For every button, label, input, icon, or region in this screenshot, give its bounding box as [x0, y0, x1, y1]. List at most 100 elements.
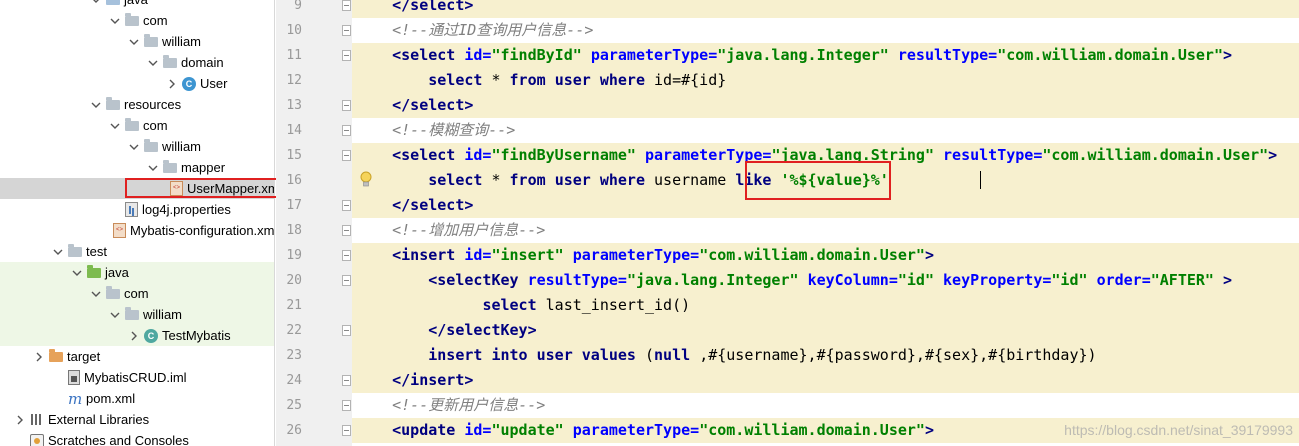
fold-marker-icon[interactable] — [342, 325, 351, 336]
chevron-right-icon[interactable] — [128, 331, 140, 341]
tree-item[interactable]: domain — [0, 52, 274, 73]
code-token-kw: user — [554, 71, 600, 89]
code-line[interactable]: <!--增加用户信息--> — [352, 218, 1299, 243]
tree-item[interactable]: <> UserMapper.xml — [0, 178, 274, 199]
chevron-down-icon[interactable] — [128, 37, 140, 47]
fold-marker-icon[interactable] — [342, 275, 351, 286]
chevron-down-icon[interactable] — [52, 247, 64, 257]
chevron-down-icon[interactable] — [109, 121, 121, 131]
xml-file-icon: <> — [170, 181, 183, 196]
code-line[interactable]: <!--更新用户信息--> — [352, 393, 1299, 418]
chevron-down-icon[interactable] — [147, 163, 159, 173]
chevron-right-icon[interactable] — [14, 415, 26, 425]
tree-item[interactable]: C TestMybatis — [0, 325, 274, 346]
tree-item[interactable]: test — [0, 241, 274, 262]
code-line[interactable]: <insert id="insert" parameterType="com.w… — [352, 243, 1299, 268]
chevron-down-icon[interactable] — [109, 16, 121, 26]
tree-item[interactable]: java — [0, 0, 274, 10]
folder-grey-icon — [163, 159, 177, 173]
line-number: 14 — [286, 123, 302, 138]
code-line[interactable]: </selectKey> — [352, 318, 1299, 343]
code-line[interactable]: select * from user where id=#{id} — [352, 68, 1299, 93]
tree-item[interactable]: william — [0, 304, 274, 325]
code-token-val: "com.william.domain.User" — [699, 421, 925, 439]
gutter-line: 19 — [276, 243, 352, 268]
code-token-val: "id" — [897, 271, 944, 289]
code-line[interactable]: <selectKey resultType="java.lang.Integer… — [352, 268, 1299, 293]
fold-marker-icon[interactable] — [342, 150, 351, 161]
tree-item[interactable]: Scratches and Consoles — [0, 430, 274, 446]
gutter-line: 22 — [276, 318, 352, 343]
code-token-attr: keyColumn= — [807, 271, 898, 289]
tree-item[interactable]: log4j.properties — [0, 199, 274, 220]
fold-marker-icon[interactable] — [342, 125, 351, 136]
code-token-kw: values — [581, 346, 645, 364]
code-line[interactable]: </select> — [352, 93, 1299, 118]
folder-green-icon — [87, 264, 101, 278]
chevron-down-icon[interactable] — [90, 0, 102, 5]
chevron-down-icon[interactable] — [90, 289, 102, 299]
code-token-guide — [356, 196, 392, 214]
code-line[interactable]: select * from user where username like '… — [352, 168, 1299, 193]
code-token-val: "com.william.domain.User" — [1042, 146, 1269, 164]
folder-grey-icon — [125, 306, 139, 320]
chevron-right-icon[interactable] — [166, 79, 178, 89]
tree-item[interactable]: william — [0, 31, 274, 52]
code-line[interactable]: </select> — [352, 193, 1299, 218]
fold-marker-icon[interactable] — [342, 250, 351, 261]
fold-marker-icon[interactable] — [342, 25, 351, 36]
gutter-line: 10 — [276, 18, 352, 43]
fold-marker-icon[interactable] — [342, 50, 351, 61]
code-token-tag: <selectKey — [428, 271, 528, 289]
tree-item[interactable]: External Libraries — [0, 409, 274, 430]
code-token-val: "com.william.domain.User" — [699, 246, 925, 264]
code-line[interactable]: <select id="findByUsername" parameterTyp… — [352, 143, 1299, 168]
tree-item[interactable]: java — [0, 262, 274, 283]
fold-marker-icon[interactable] — [342, 400, 351, 411]
chevron-down-icon[interactable] — [109, 310, 121, 320]
chevron-down-icon[interactable] — [147, 58, 159, 68]
code-token-guide — [356, 46, 392, 64]
fold-marker-icon[interactable] — [342, 375, 351, 386]
gutter-line: 25 — [276, 393, 352, 418]
code-line[interactable]: </select> — [352, 0, 1299, 18]
code-token-kw: user — [554, 171, 600, 189]
code-line[interactable]: select last_insert_id() — [352, 293, 1299, 318]
tree-item[interactable]: m pom.xml — [0, 388, 274, 409]
chevron-down-icon[interactable] — [71, 268, 83, 278]
tree-item[interactable]: <> Mybatis-configuration.xml — [0, 220, 274, 241]
line-number: 15 — [286, 148, 302, 163]
tree-item-label: com — [143, 13, 168, 28]
code-editor[interactable]: </select> <!--通过ID查询用户信息--> <select id="… — [352, 0, 1299, 446]
intention-bulb-icon[interactable] — [359, 171, 373, 189]
chevron-down-icon[interactable] — [128, 142, 140, 152]
tree-item[interactable]: com — [0, 283, 274, 304]
code-token-guide — [356, 146, 392, 164]
code-token-attr: parameterType= — [572, 246, 700, 264]
tree-item[interactable]: william — [0, 136, 274, 157]
fold-marker-icon[interactable] — [342, 0, 351, 11]
code-token-tag: > — [1223, 46, 1233, 64]
code-token-attr: keyProperty= — [943, 271, 1052, 289]
fold-marker-icon[interactable] — [342, 425, 351, 436]
tree-item[interactable]: target — [0, 346, 274, 367]
code-line[interactable]: insert into user values (null ,#{usernam… — [352, 343, 1299, 368]
tree-item[interactable]: resources — [0, 94, 274, 115]
tree-item[interactable]: MybatisCRUD.iml — [0, 367, 274, 388]
tree-item[interactable]: C User — [0, 73, 274, 94]
tree-item[interactable]: com — [0, 115, 274, 136]
code-line[interactable]: <!--通过ID查询用户信息--> — [352, 18, 1299, 43]
code-token-attr: parameterType= — [572, 421, 700, 439]
fold-marker-icon[interactable] — [342, 200, 351, 211]
code-line[interactable]: </insert> — [352, 368, 1299, 393]
line-number: 18 — [286, 223, 302, 238]
code-line[interactable]: <select id="findById" parameterType="jav… — [352, 43, 1299, 68]
chevron-right-icon[interactable] — [33, 352, 45, 362]
fold-marker-icon[interactable] — [342, 225, 351, 236]
tree-item[interactable]: mapper — [0, 157, 274, 178]
fold-marker-icon[interactable] — [342, 100, 351, 111]
tree-item[interactable]: com — [0, 10, 274, 31]
chevron-down-icon[interactable] — [90, 100, 102, 110]
code-line[interactable]: <!--模糊查询--> — [352, 118, 1299, 143]
text-caret — [980, 171, 981, 189]
